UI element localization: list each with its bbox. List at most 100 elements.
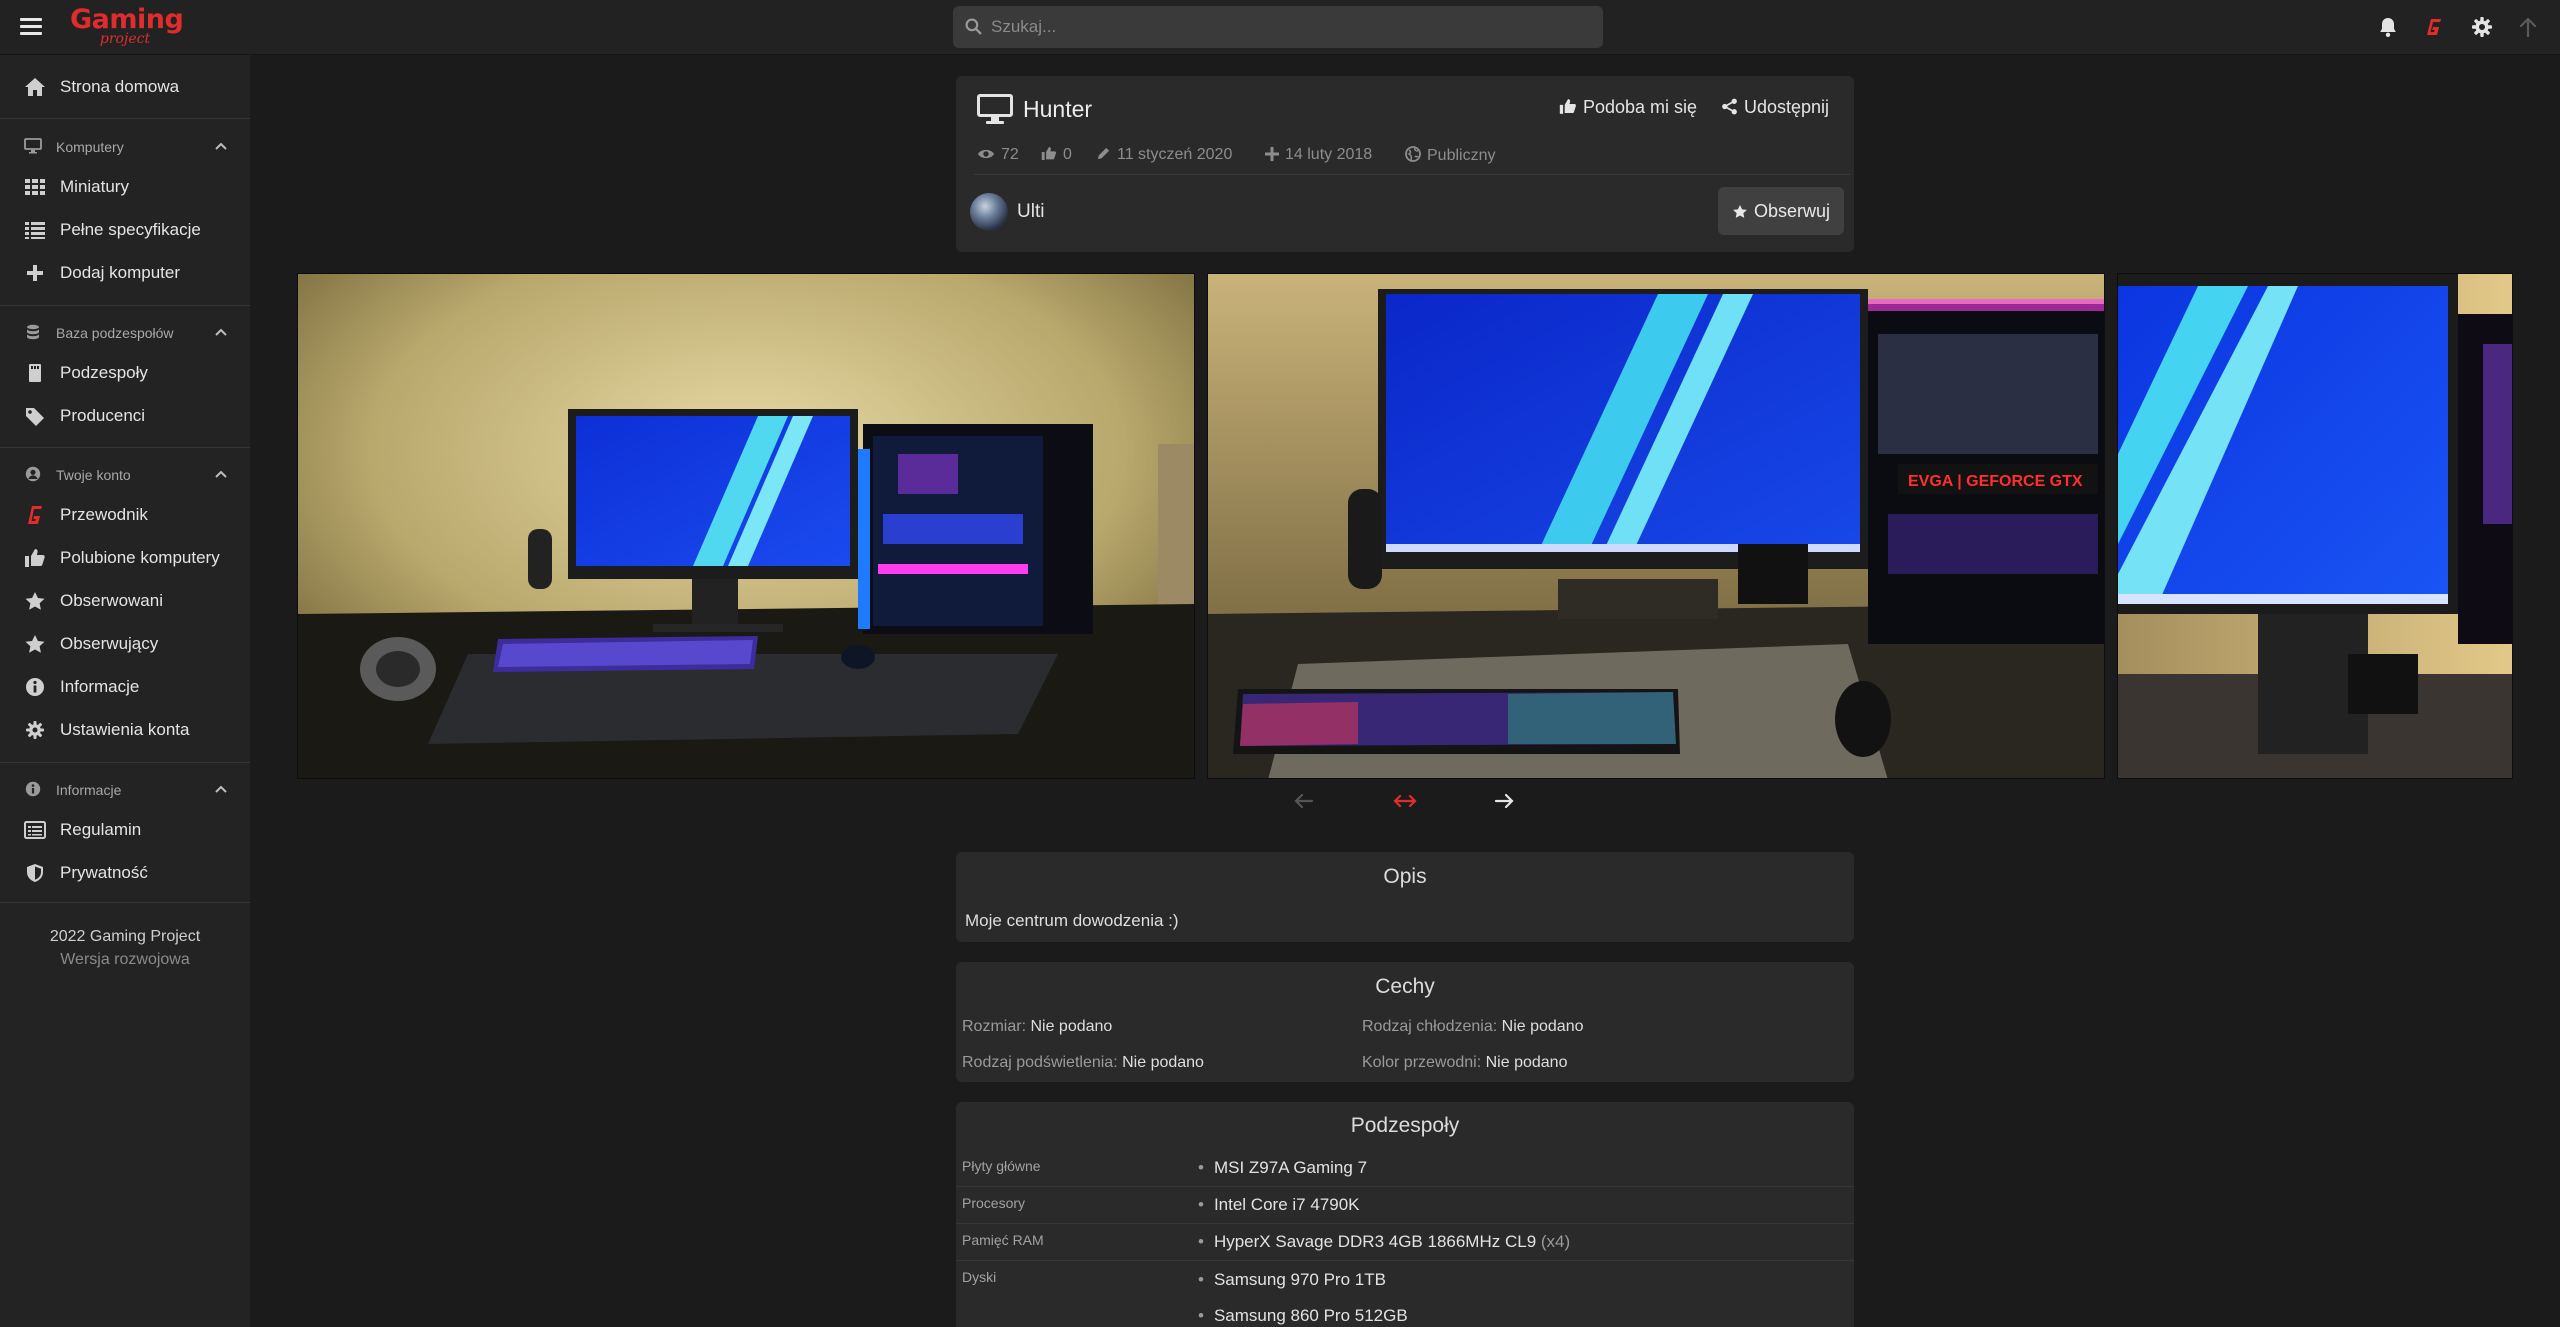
sidebar-item-followed[interactable]: Obserwowani xyxy=(0,579,250,622)
sidebar-item-label: Strona domowa xyxy=(60,77,180,96)
section-computers[interactable]: Komputery xyxy=(0,131,250,161)
star-icon xyxy=(25,635,45,653)
avatar[interactable] xyxy=(970,193,1008,231)
site-logo[interactable]: Gaming project xyxy=(70,6,184,47)
sidebar-divider xyxy=(0,902,250,903)
sidebar-item-label: Dodaj komputer xyxy=(60,263,181,282)
database-icon xyxy=(27,324,39,340)
section-parts-db[interactable]: Baza podzespołów xyxy=(0,317,250,347)
sidebar-item-label: Miniatury xyxy=(60,177,129,196)
gallery-photo-2[interactable]: EVGA | GEFORCE GTX xyxy=(1207,273,2105,779)
follow-button[interactable]: Obserwuj xyxy=(1718,187,1844,235)
gear-icon[interactable] xyxy=(2470,15,2494,39)
home-icon xyxy=(25,78,45,96)
computer-title: Hunter xyxy=(1023,96,1093,122)
section-account[interactable]: Twoje konto xyxy=(0,459,250,489)
component-category: Procesory xyxy=(962,1195,1026,1211)
chevron-up-icon xyxy=(215,470,227,478)
sidebar-item-label: Informacje xyxy=(60,677,140,696)
chevron-up-icon xyxy=(215,328,227,336)
sidebar-item-label: Prywatność xyxy=(60,863,148,882)
eye-icon xyxy=(978,149,994,159)
share-button[interactable]: Udostępnij xyxy=(1721,97,1829,118)
chevron-up-icon xyxy=(215,785,227,793)
expand-arrows-icon[interactable] xyxy=(1392,790,1418,812)
plus-icon xyxy=(1265,147,1279,161)
info-icon xyxy=(25,781,41,797)
gpu-text: EVGA | GEFORCE GTX xyxy=(1908,473,2083,490)
memory-icon xyxy=(29,364,41,382)
list-icon xyxy=(25,222,45,239)
description-text: Moje centrum dowodzenia :) xyxy=(965,911,1179,930)
sidebar-item-terms[interactable]: Regulamin xyxy=(0,808,250,851)
sidebar-item-privacy[interactable]: Prywatność xyxy=(0,851,250,894)
prev-arrow-icon[interactable] xyxy=(1292,790,1316,812)
sidebar-item-parts[interactable]: Podzespoły xyxy=(0,351,250,394)
star-icon xyxy=(25,592,45,610)
pencil-icon xyxy=(1097,147,1110,160)
footer-version: Wersja rozwojowa xyxy=(60,951,190,968)
component-category: Płyty główne xyxy=(962,1158,1041,1174)
sidebar-item-followers[interactable]: Obserwujący xyxy=(0,622,250,665)
section-information[interactable]: Informacje xyxy=(0,774,250,804)
arrow-up-icon[interactable] xyxy=(2516,15,2540,39)
sidebar-item-manufacturers[interactable]: Producenci xyxy=(0,394,250,437)
section-label: Informacje xyxy=(56,782,122,798)
sidebar-item-label: Regulamin xyxy=(60,820,142,839)
sidebar-item-home[interactable]: Strona domowa xyxy=(0,65,250,108)
feature-cooling: Rodzaj chłodzenia: Nie podano xyxy=(1362,1018,1584,1035)
thumbs-up-icon xyxy=(1041,146,1057,161)
sidebar-item-label: Pełne specyfikacje xyxy=(60,220,201,239)
sidebar-divider xyxy=(0,762,250,763)
menu-icon[interactable] xyxy=(20,18,42,36)
search-box xyxy=(953,6,1603,48)
owner-username[interactable]: Ulti xyxy=(1017,201,1044,223)
gear-icon xyxy=(26,721,44,739)
component-item[interactable]: Samsung 860 Pro 512GB xyxy=(1198,1306,1408,1326)
share-icon xyxy=(1722,98,1737,115)
row-divider xyxy=(956,1186,1854,1187)
like-button[interactable]: Podoba mi się xyxy=(1559,97,1697,118)
user-circle-icon xyxy=(25,466,41,482)
bell-icon[interactable] xyxy=(2376,15,2400,39)
share-label: Udostępnij xyxy=(1744,97,1830,117)
sidebar-item-info[interactable]: Informacje xyxy=(0,665,250,708)
row-divider xyxy=(956,1260,1854,1261)
component-item[interactable]: Intel Core i7 4790K xyxy=(1198,1195,1360,1215)
sidebar-item-label: Producenci xyxy=(60,406,146,425)
search-input[interactable] xyxy=(991,6,1591,48)
tag-icon xyxy=(26,408,44,426)
shield-icon xyxy=(27,864,43,882)
next-arrow-icon[interactable] xyxy=(1492,790,1516,812)
gp-logo-icon[interactable] xyxy=(2422,15,2446,39)
setup-photo xyxy=(2118,274,2512,778)
search-icon xyxy=(965,18,982,35)
monitor-icon xyxy=(24,138,42,154)
visibility-status: Publiczny xyxy=(1405,146,1495,165)
component-item[interactable]: HyperX Savage DDR3 4GB 1866MHz CL9 (x4) xyxy=(1198,1232,1570,1252)
sidebar-item-guide[interactable]: Przewodnik xyxy=(0,493,250,536)
gp-logo-icon xyxy=(28,506,42,524)
gallery-photo-1[interactable] xyxy=(297,273,1195,779)
component-category: Dyski xyxy=(962,1269,997,1285)
row-divider xyxy=(956,1223,1854,1224)
sidebar: Strona domowa Komputery Miniatury Pełne … xyxy=(0,55,250,1327)
component-item[interactable]: MSI Z97A Gaming 7 xyxy=(1198,1158,1367,1178)
sidebar-item-account-settings[interactable]: Ustawienia konta xyxy=(0,708,250,751)
component-item[interactable]: Samsung 970 Pro 1TB xyxy=(1198,1270,1386,1290)
sidebar-item-label: Podzespoły xyxy=(60,363,148,382)
like-label: Podoba mi się xyxy=(1583,97,1698,117)
gallery-photo-3[interactable] xyxy=(2117,273,2513,779)
components-title: Podzespoły xyxy=(1350,1114,1460,1137)
feature-size: Rozmiar: Nie podano xyxy=(962,1018,1113,1035)
sidebar-item-add-computer[interactable]: Dodaj komputer xyxy=(0,251,250,294)
sidebar-item-thumbnails[interactable]: Miniatury xyxy=(0,165,250,208)
setup-photo: EVGA | GEFORCE GTX xyxy=(1208,274,2104,778)
description-title: Opis xyxy=(1383,865,1427,888)
sidebar-item-full-specs[interactable]: Pełne specyfikacje xyxy=(0,208,250,251)
info-icon xyxy=(26,678,44,696)
sidebar-item-liked[interactable]: Polubione komputery xyxy=(0,536,250,579)
sidebar-item-label: Przewodnik xyxy=(60,505,148,524)
document-list-icon xyxy=(24,821,46,839)
globe-icon xyxy=(1405,146,1421,162)
